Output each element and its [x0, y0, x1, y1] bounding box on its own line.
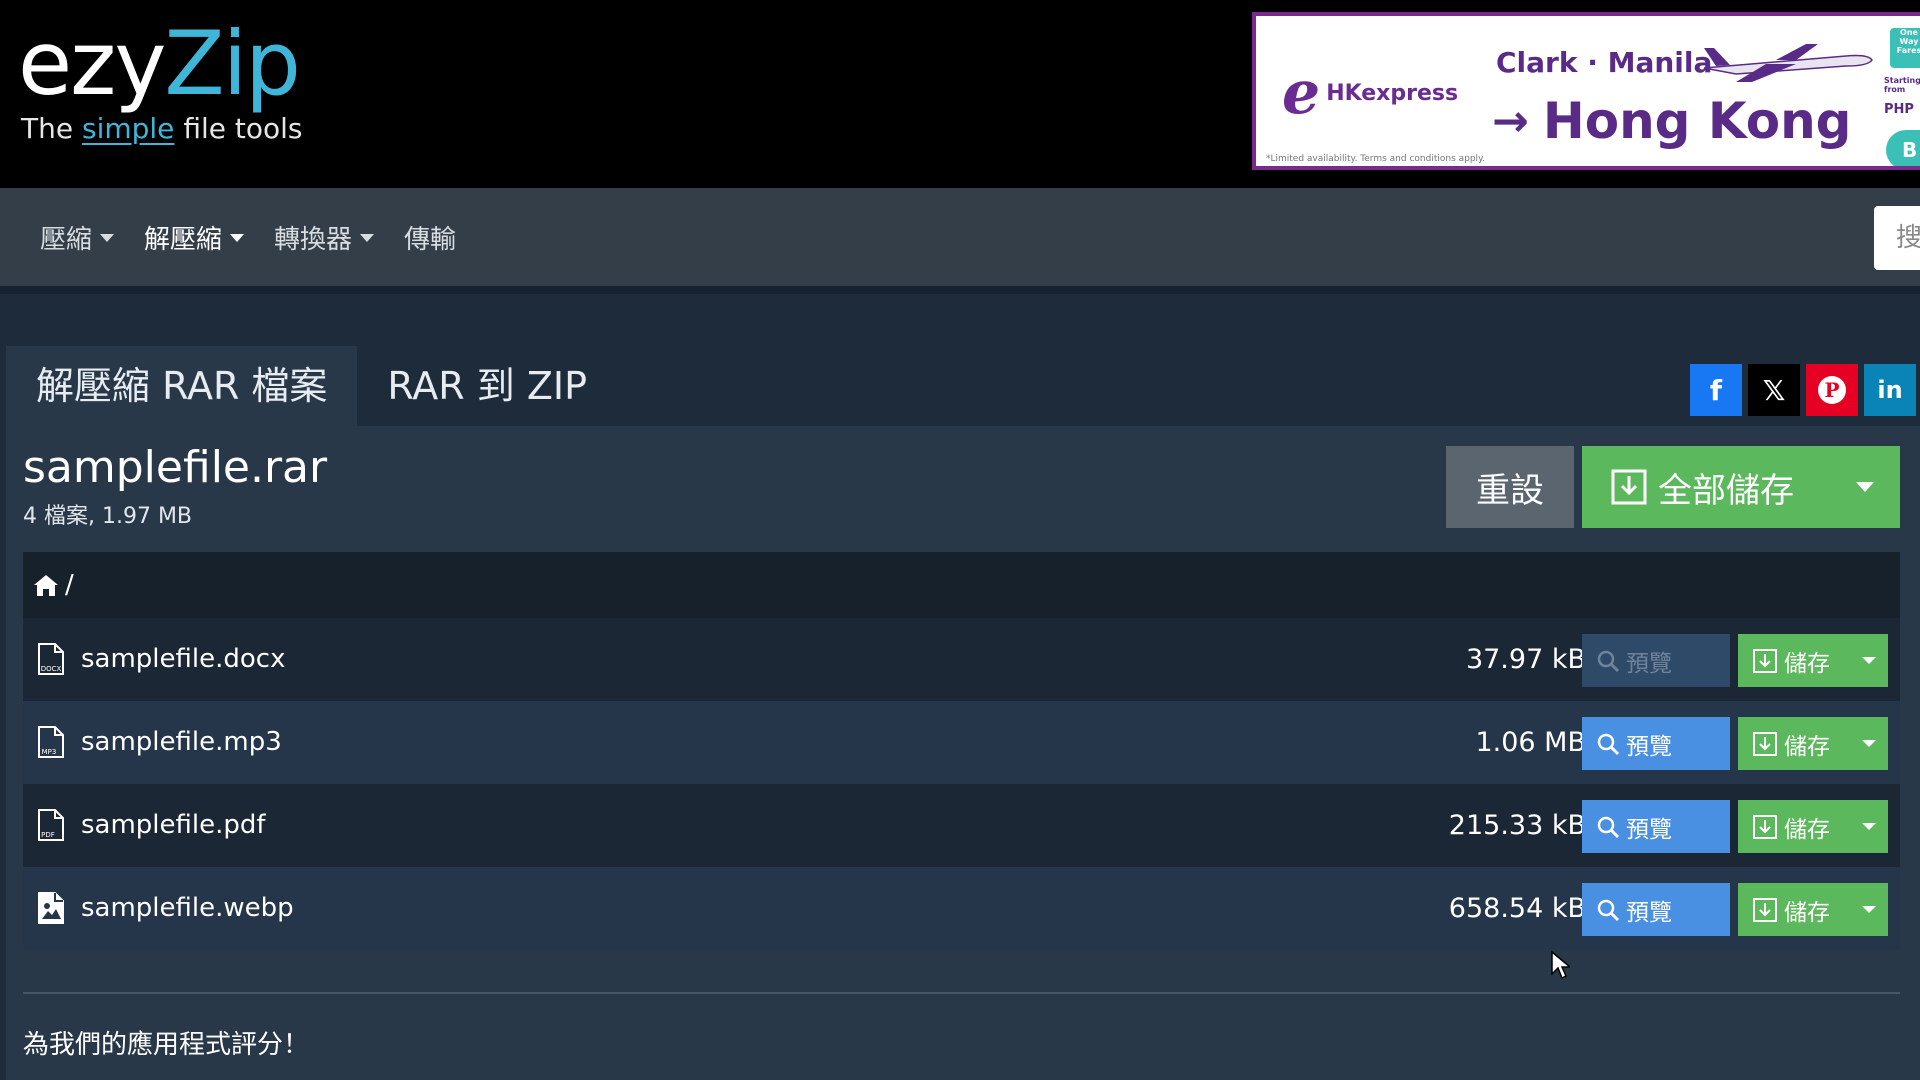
tab-extract-rar[interactable]: 解壓縮 RAR 檔案: [6, 346, 358, 426]
chevron-down-icon[interactable]: [1862, 823, 1876, 830]
ad-brand: e HKexpress: [1282, 58, 1459, 128]
archive-meta: 4 檔案, 1.97 MB: [23, 504, 193, 529]
ad-destination: → Hong Kong: [1492, 92, 1852, 150]
nav-extract[interactable]: 解壓縮: [144, 219, 245, 256]
svg-text:PDF: PDF: [41, 831, 55, 839]
nav-converter[interactable]: 轉換器: [274, 219, 375, 256]
preview-button[interactable]: 預覽: [1582, 800, 1730, 853]
file-size: 1.06 MB: [1475, 727, 1586, 758]
image-file-icon: [38, 892, 64, 924]
ad-book-button[interactable]: B: [1886, 130, 1920, 166]
file-row: DOCX samplefile.docx 37.97 kB 預覽 儲存: [23, 618, 1900, 701]
file-list: DOCX samplefile.docx 37.97 kB 預覽 儲存 MP3 …: [23, 618, 1900, 950]
site-logo[interactable]: ezyZip The simple file tools: [18, 12, 303, 146]
search-icon: [1597, 816, 1620, 838]
facebook-icon[interactable]: f: [1690, 364, 1742, 416]
chevron-down-icon[interactable]: [1856, 482, 1874, 492]
ad-fare-currency: PHP: [1884, 102, 1914, 117]
pinterest-icon[interactable]: P: [1806, 364, 1858, 416]
mouse-cursor-icon: [1551, 950, 1570, 980]
nav-transfer[interactable]: 傳輸: [404, 219, 456, 256]
hkexpress-logo-icon: e: [1282, 58, 1321, 128]
ad-banner[interactable]: e HKexpress Clark · Manila → Hong Kong *…: [1252, 12, 1920, 170]
save-button[interactable]: 儲存: [1738, 634, 1888, 687]
arrow-right-icon: →: [1492, 95, 1529, 147]
pdf-file-icon: PDF: [38, 809, 64, 841]
nav-divider: [0, 286, 1920, 294]
mp3-file-icon: MP3: [38, 726, 64, 758]
file-name: samplefile.webp: [81, 893, 294, 923]
preview-button[interactable]: 預覽: [1582, 634, 1730, 687]
section-divider: [23, 992, 1900, 994]
airplane-icon: [1703, 44, 1873, 82]
svg-text:MP3: MP3: [42, 748, 57, 756]
file-row: MP3 samplefile.mp3 1.06 MB 預覽 儲存: [23, 701, 1900, 784]
main-nav: 壓縮 解壓縮 轉換器 傳輸 搜: [0, 188, 1920, 286]
caret-down-icon: [230, 234, 245, 242]
reset-button[interactable]: 重設: [1446, 446, 1574, 528]
preview-button[interactable]: 預覽: [1582, 717, 1730, 770]
ad-brand-name: HKexpress: [1326, 80, 1459, 106]
download-icon: [1753, 648, 1777, 673]
save-button[interactable]: 儲存: [1738, 800, 1888, 853]
tab-rar-to-zip[interactable]: RAR 到 ZIP: [357, 346, 617, 426]
ad-fare-badge: One Way Fares Starting from PHP B: [1878, 26, 1920, 166]
linkedin-icon[interactable]: in: [1864, 364, 1916, 416]
save-button[interactable]: 儲存: [1738, 883, 1888, 936]
nav-compress[interactable]: 壓縮: [40, 219, 115, 256]
search-icon: [1597, 733, 1620, 755]
file-size: 215.33 kB: [1448, 810, 1586, 841]
tool-tabs: 解壓縮 RAR 檔案 RAR 到 ZIP: [6, 346, 617, 426]
chevron-down-icon[interactable]: [1862, 657, 1876, 664]
file-size: 37.97 kB: [1465, 644, 1586, 675]
svg-text:DOCX: DOCX: [41, 665, 62, 673]
file-name: samplefile.docx: [81, 644, 286, 674]
download-icon: [1611, 469, 1647, 505]
search-icon: [1597, 650, 1620, 672]
home-icon[interactable]: [33, 573, 59, 597]
download-icon: [1753, 897, 1777, 922]
svg-text:P: P: [1824, 378, 1839, 402]
chevron-down-icon[interactable]: [1862, 906, 1876, 913]
chevron-down-icon[interactable]: [1862, 740, 1876, 747]
save-all-button[interactable]: 全部儲存: [1582, 446, 1900, 528]
docx-file-icon: DOCX: [38, 643, 64, 675]
rate-app-heading: 為我們的應用程式評分！: [23, 1030, 310, 1060]
breadcrumb: /: [23, 552, 1900, 618]
search-input[interactable]: 搜: [1874, 206, 1920, 270]
logo-tagline: The simple file tools: [21, 112, 303, 145]
ad-fine-print: *Limited availability. Terms and conditi…: [1266, 154, 1485, 164]
social-share: f 𝕏 P in: [1690, 364, 1916, 416]
file-row: PDF samplefile.pdf 215.33 kB 預覽 儲存: [23, 784, 1900, 867]
archive-filename: samplefile.rar: [23, 442, 328, 493]
ad-route: Clark · Manila: [1496, 46, 1713, 79]
site-header: ezyZip The simple file tools e HKexpress…: [0, 0, 1920, 188]
breadcrumb-path[interactable]: /: [65, 570, 74, 600]
ad-fare-from: Starting from: [1884, 76, 1920, 94]
caret-down-icon: [100, 234, 115, 242]
download-icon: [1753, 731, 1777, 756]
x-twitter-icon[interactable]: 𝕏: [1748, 364, 1800, 416]
file-size: 658.54 kB: [1448, 893, 1586, 924]
pinterest-logo-icon: P: [1818, 376, 1846, 404]
search-icon: [1597, 899, 1620, 921]
download-icon: [1753, 814, 1777, 839]
file-name: samplefile.mp3: [81, 727, 282, 757]
save-button[interactable]: 儲存: [1738, 717, 1888, 770]
file-row: samplefile.webp 658.54 kB 預覽 儲存: [23, 867, 1900, 950]
logo-wordmark: ezyZip: [18, 12, 301, 115]
ad-fare-tag: One Way Fares: [1890, 28, 1920, 68]
preview-button[interactable]: 預覽: [1582, 883, 1730, 936]
file-name: samplefile.pdf: [81, 810, 266, 840]
caret-down-icon: [360, 234, 375, 242]
